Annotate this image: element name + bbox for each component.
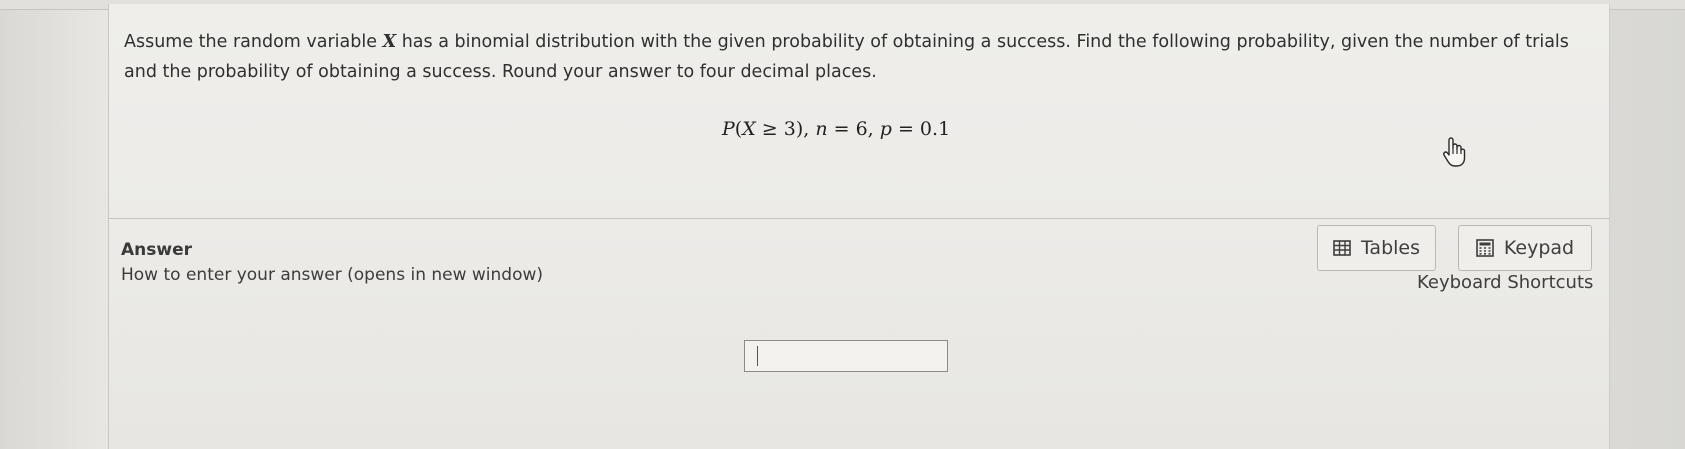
how-to-enter-answer-link[interactable]: How to enter your answer (opens in new w…: [121, 265, 543, 285]
random-variable: X: [382, 32, 397, 52]
table-grid-icon: [1333, 240, 1351, 256]
tables-button[interactable]: Tables: [1317, 225, 1436, 271]
section-divider: [108, 218, 1610, 219]
page-background: Assume the random variable X has a binom…: [0, 0, 1685, 449]
answer-heading: Answer: [121, 240, 192, 260]
question-text: Assume the random variable X has a binom…: [124, 32, 1569, 82]
hand-pointer-icon: [1442, 136, 1466, 172]
answer-input[interactable]: [744, 340, 948, 372]
text-caret: [757, 346, 758, 366]
keypad-button-label: Keypad: [1503, 237, 1575, 259]
keypad-button[interactable]: Keypad: [1458, 225, 1592, 271]
calculator-icon: [1476, 239, 1494, 257]
tables-button-label: Tables: [1360, 237, 1421, 259]
keyboard-shortcuts-link[interactable]: Keyboard Shortcuts: [1417, 272, 1593, 293]
probability-formula: P(X ≥ 3), n = 6, p = 0.1: [722, 118, 951, 140]
